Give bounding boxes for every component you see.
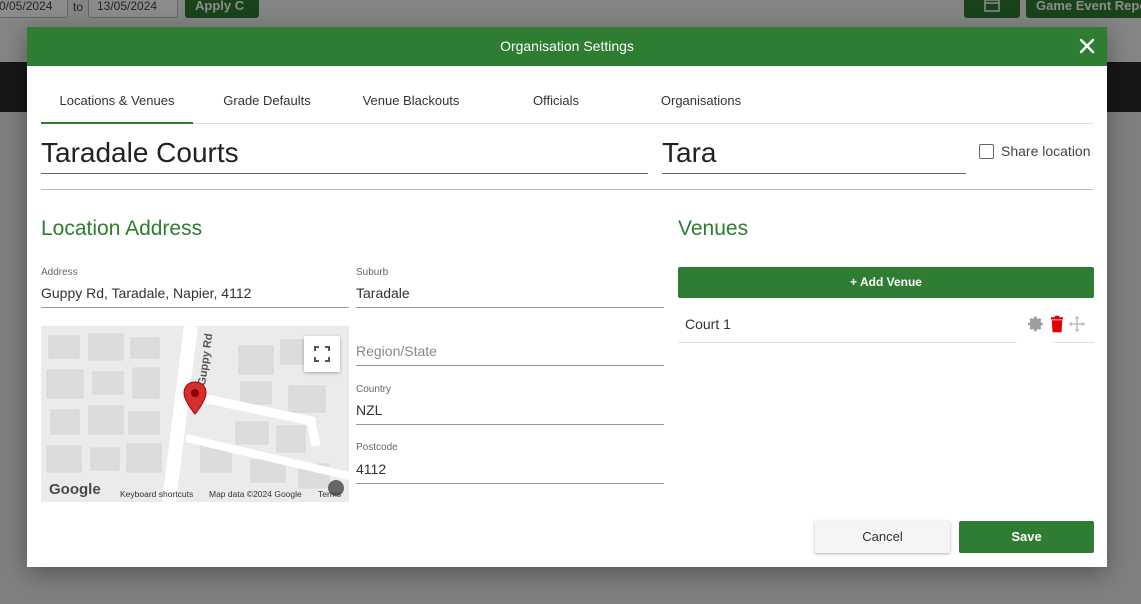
venue-delete-trash-icon[interactable] (1048, 315, 1066, 333)
modal-header: Organisation Settings (27, 27, 1107, 66)
location-map[interactable]: Guppy Rd Google Keyboard shortcuts Map d… (41, 326, 349, 502)
share-location-checkbox[interactable] (979, 143, 994, 159)
suburb-value: Taradale (356, 285, 410, 301)
postcode-label: Postcode (356, 442, 398, 453)
share-location-control[interactable]: Share location (979, 143, 1091, 159)
cancel-button[interactable]: Cancel (815, 521, 950, 553)
tab-locations-venues[interactable]: Locations & Venues (41, 66, 193, 124)
tab-organisations[interactable]: Organisations (651, 66, 751, 124)
suburb-field[interactable]: Suburb Taradale (356, 267, 664, 308)
close-button[interactable] (1075, 34, 1099, 58)
address-label: Address (41, 267, 78, 278)
settings-tabs: Locations & Venues Grade Defaults Venue … (41, 66, 1093, 124)
google-logo: Google (49, 481, 101, 498)
region-field[interactable]: Region/State (356, 327, 664, 366)
modal-title: Organisation Settings (500, 38, 634, 54)
country-value: NZL (356, 402, 383, 418)
region-placeholder: Region/State (356, 343, 437, 359)
country-field[interactable]: Country NZL (356, 384, 664, 425)
venue-drag-move-icon[interactable] (1068, 315, 1086, 333)
location-short-name-input[interactable]: Tara (662, 134, 966, 174)
divider (41, 189, 1093, 190)
location-address-title: Location Address (41, 217, 203, 240)
venue-name: Court 1 (685, 316, 731, 332)
map-pin-icon[interactable] (183, 381, 207, 415)
save-button[interactable]: Save (959, 521, 1094, 553)
postcode-field[interactable]: Postcode 4112 (356, 442, 664, 484)
add-venue-button[interactable]: + Add Venue (678, 267, 1094, 298)
organisation-settings-modal: Organisation Settings Locations & Venues… (27, 27, 1107, 567)
venues-title: Venues (678, 217, 749, 240)
map-fullscreen-button[interactable] (304, 336, 340, 372)
venue-settings-gear-icon[interactable] (1027, 315, 1045, 333)
location-name-input[interactable]: Taradale Courts (41, 134, 648, 174)
suburb-label: Suburb (356, 267, 389, 278)
tab-grade-defaults[interactable]: Grade Defaults (211, 66, 323, 124)
fullscreen-icon (314, 346, 330, 362)
keyboard-shortcuts-link[interactable]: Keyboard shortcuts (120, 489, 193, 499)
address-field[interactable]: Address Guppy Rd, Taradale, Napier, 4112 (41, 267, 349, 308)
country-label: Country (356, 384, 392, 395)
tab-venue-blackouts[interactable]: Venue Blackouts (351, 66, 471, 124)
postcode-value: 4112 (356, 461, 387, 477)
map-data-label: Map data ©2024 Google (209, 489, 302, 499)
close-icon (1079, 38, 1095, 54)
share-location-label: Share location (1001, 143, 1091, 159)
tab-officials[interactable]: Officials (521, 66, 591, 124)
terms-link[interactable]: Terms (318, 489, 341, 499)
address-value: Guppy Rd, Taradale, Napier, 4112 (41, 285, 252, 301)
